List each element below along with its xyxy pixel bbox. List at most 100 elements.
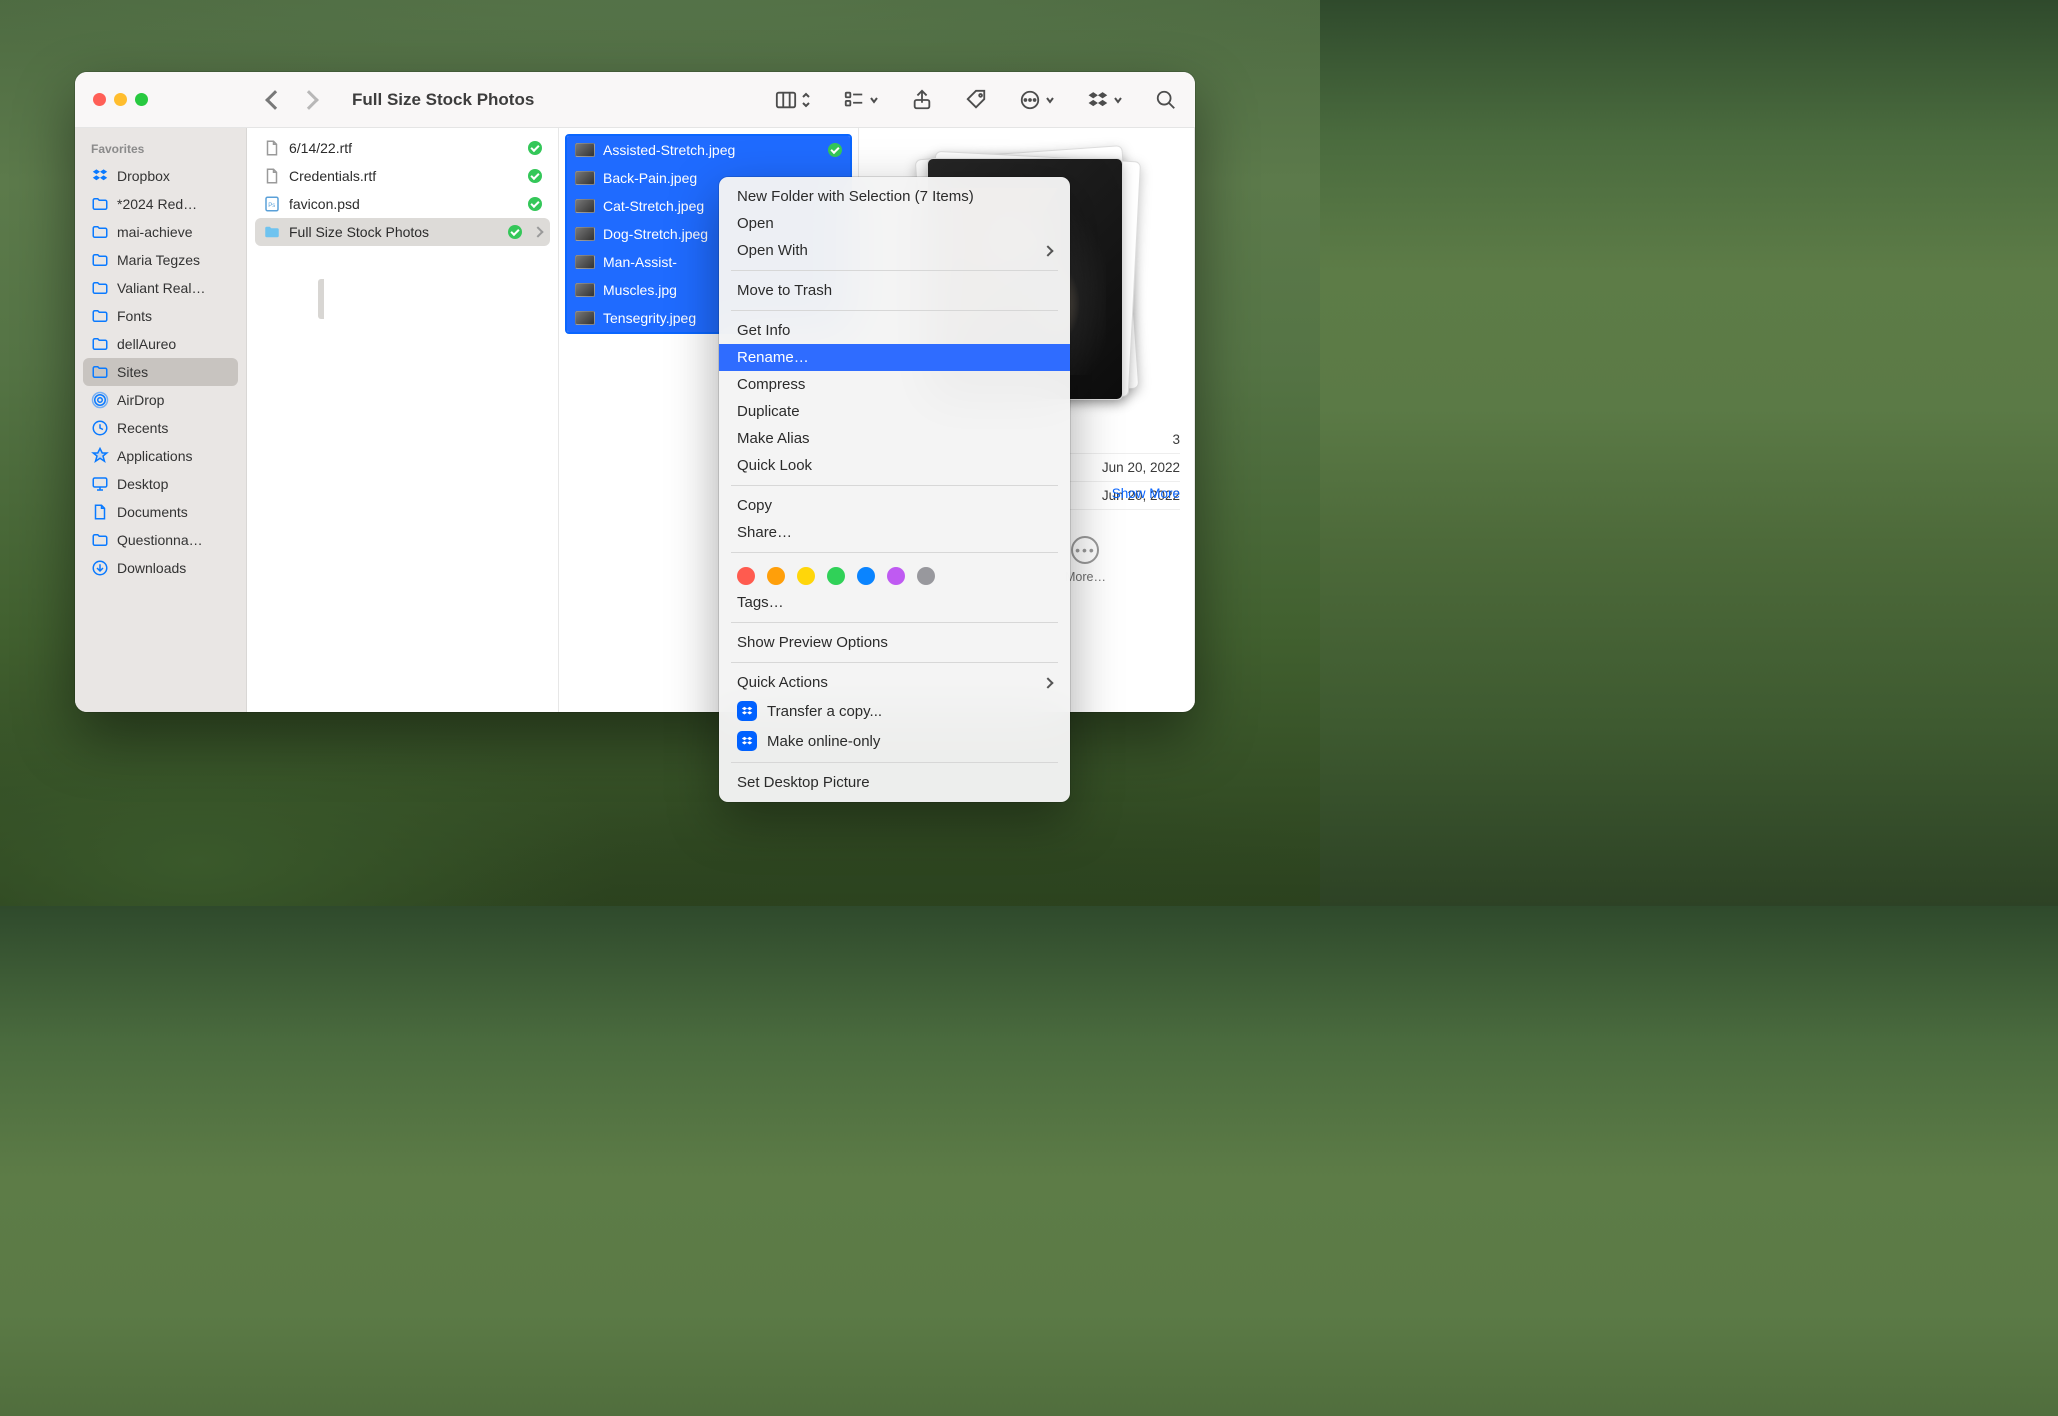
window-title: Full Size Stock Photos: [352, 90, 534, 110]
menu-item-label: Quick Look: [737, 457, 812, 474]
file-name: Assisted-Stretch.jpeg: [603, 142, 820, 158]
forward-button[interactable]: [299, 90, 319, 110]
menu-item-make-alias[interactable]: Make Alias: [719, 425, 1070, 452]
tags-button[interactable]: [965, 89, 987, 111]
menu-item-label: Quick Actions: [737, 674, 828, 691]
menu-item-set-desktop-picture[interactable]: Set Desktop Picture: [719, 769, 1070, 796]
file-icon: [263, 139, 281, 157]
menu-separator: [731, 662, 1058, 663]
sidebar-item-label: dellAureo: [117, 336, 176, 352]
menu-item-duplicate[interactable]: Duplicate: [719, 398, 1070, 425]
menu-item-new-folder-with-selection-7-items-[interactable]: New Folder with Selection (7 Items): [719, 183, 1070, 210]
menu-item-tags-[interactable]: Tags…: [719, 589, 1070, 616]
more-button[interactable]: [1019, 89, 1055, 111]
file-row[interactable]: Ps favicon.psd: [255, 190, 550, 218]
tag-color[interactable]: [857, 567, 875, 585]
menu-item-open[interactable]: Open: [719, 210, 1070, 237]
sidebar-item-label: Documents: [117, 504, 188, 520]
sidebar-item-applications[interactable]: Applications: [83, 442, 238, 470]
menu-item-label: Show Preview Options: [737, 634, 888, 651]
image-thumb-icon: [575, 255, 595, 269]
sidebar-item--2024-red-[interactable]: *2024 Red…: [83, 190, 238, 218]
file-name: 6/14/22.rtf: [289, 140, 520, 156]
close-button[interactable]: [93, 93, 106, 106]
folder-icon: [91, 195, 109, 213]
nav-arrows: [268, 93, 316, 107]
menu-item-label: Set Desktop Picture: [737, 774, 870, 791]
sidebar-item-dellaureo[interactable]: dellAureo: [83, 330, 238, 358]
menu-item-compress[interactable]: Compress: [719, 371, 1070, 398]
file-row[interactable]: Full Size Stock Photos: [255, 218, 550, 246]
menu-item-open-with[interactable]: Open With: [719, 237, 1070, 264]
show-more-link[interactable]: Show More: [1112, 486, 1180, 501]
share-button[interactable]: [911, 89, 933, 111]
sync-status-icon: [508, 225, 522, 239]
sidebar-item-documents[interactable]: Documents: [83, 498, 238, 526]
sidebar-item-fonts[interactable]: Fonts: [83, 302, 238, 330]
sidebar-item-desktop[interactable]: Desktop: [83, 470, 238, 498]
sidebar-item-maria-tegzes[interactable]: Maria Tegzes: [83, 246, 238, 274]
sidebar-item-dropbox[interactable]: Dropbox: [83, 162, 238, 190]
tag-color[interactable]: [827, 567, 845, 585]
sidebar-item-label: Desktop: [117, 476, 168, 492]
sidebar-item-sites[interactable]: Sites: [83, 358, 238, 386]
sidebar: Favorites Dropbox*2024 Red…mai-achieveMa…: [75, 128, 247, 712]
image-thumb-icon: [575, 311, 595, 325]
image-thumb-icon: [575, 143, 595, 157]
dropbox-icon: [737, 731, 757, 751]
sidebar-item-recents[interactable]: Recents: [83, 414, 238, 442]
tag-color[interactable]: [887, 567, 905, 585]
file-row[interactable]: Credentials.rtf: [255, 162, 550, 190]
menu-item-quick-look[interactable]: Quick Look: [719, 452, 1070, 479]
menu-item-label: Make online-only: [767, 733, 880, 750]
menu-item-label: Duplicate: [737, 403, 800, 420]
file-row[interactable]: 6/14/22.rtf: [255, 134, 550, 162]
search-button[interactable]: [1155, 89, 1177, 111]
sidebar-item-label: Valiant Real…: [117, 280, 205, 296]
folder-icon: [91, 251, 109, 269]
menu-item-quick-actions[interactable]: Quick Actions: [719, 669, 1070, 696]
menu-item-share-[interactable]: Share…: [719, 519, 1070, 546]
menu-item-make-online-only[interactable]: Make online-only: [719, 726, 1070, 756]
menu-separator: [731, 485, 1058, 486]
file-name: Full Size Stock Photos: [289, 224, 500, 240]
menu-item-copy[interactable]: Copy: [719, 492, 1070, 519]
file-row-selected[interactable]: Assisted-Stretch.jpeg: [567, 136, 850, 164]
sidebar-item-airdrop[interactable]: AirDrop: [83, 386, 238, 414]
back-button[interactable]: [265, 90, 285, 110]
tag-color[interactable]: [917, 567, 935, 585]
dropbox-toolbar-button[interactable]: [1087, 89, 1123, 111]
sidebar-item-label: Fonts: [117, 308, 152, 324]
sidebar-item-valiant-real-[interactable]: Valiant Real…: [83, 274, 238, 302]
context-menu: New Folder with Selection (7 Items) Open O…: [719, 177, 1070, 802]
zoom-button[interactable]: [135, 93, 148, 106]
menu-item-get-info[interactable]: Get Info: [719, 317, 1070, 344]
sidebar-item-downloads[interactable]: Downloads: [83, 554, 238, 582]
menu-item-label: Open: [737, 215, 774, 232]
file-name: Credentials.rtf: [289, 168, 520, 184]
tag-color[interactable]: [797, 567, 815, 585]
sidebar-item-label: Recents: [117, 420, 168, 436]
tag-color[interactable]: [737, 567, 755, 585]
menu-item-show-preview-options[interactable]: Show Preview Options: [719, 629, 1070, 656]
tag-color-row: [719, 559, 1070, 589]
sidebar-item-mai-achieve[interactable]: mai-achieve: [83, 218, 238, 246]
menu-item-label: Tags…: [737, 594, 784, 611]
sidebar-item-questionna-[interactable]: Questionna…: [83, 526, 238, 554]
toolbar: [775, 89, 1177, 111]
minimize-button[interactable]: [114, 93, 127, 106]
group-button[interactable]: [843, 89, 879, 111]
menu-item-rename-[interactable]: Rename…: [719, 344, 1070, 371]
info-value: 3: [1172, 432, 1180, 447]
sidebar-item-label: Dropbox: [117, 168, 170, 184]
tag-color[interactable]: [767, 567, 785, 585]
sidebar-resize-handle[interactable]: [318, 279, 324, 319]
menu-item-transfer-a-copy-[interactable]: Transfer a copy...: [719, 696, 1070, 726]
view-columns-button[interactable]: [775, 89, 811, 111]
menu-item-move-to-trash[interactable]: Move to Trash: [719, 277, 1070, 304]
menu-item-label: Compress: [737, 376, 805, 393]
menu-item-label: Open With: [737, 242, 808, 259]
chevron-right-icon: [1042, 677, 1053, 688]
more-actions[interactable]: •••More…: [1065, 536, 1106, 584]
sidebar-item-label: mai-achieve: [117, 224, 192, 240]
